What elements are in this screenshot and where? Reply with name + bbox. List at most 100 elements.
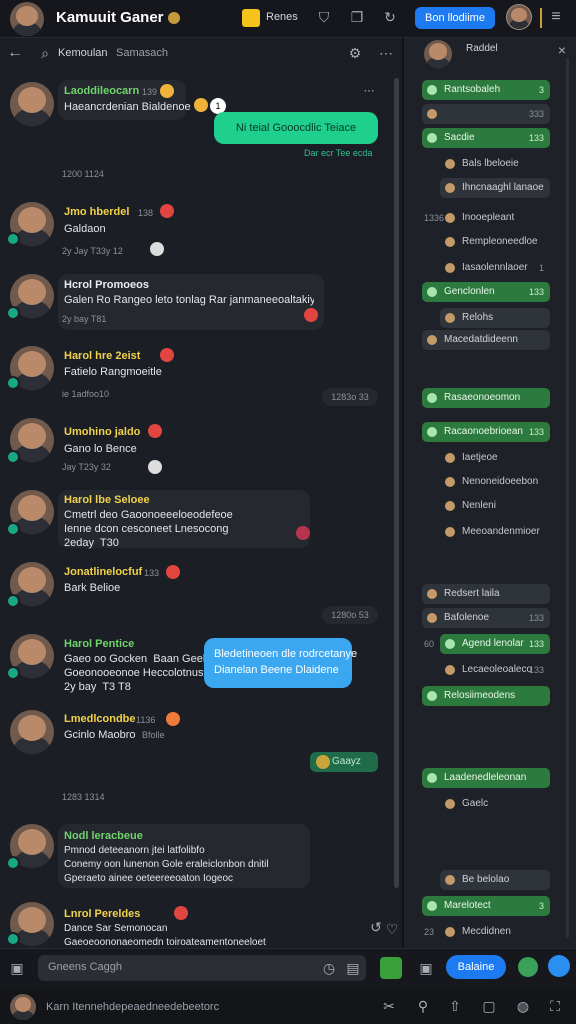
member-row[interactable]: Relohs [440,308,550,328]
user-avatar[interactable] [506,4,532,30]
shield-icon[interactable]: ⛉ [315,8,333,26]
member-icon [445,183,455,193]
reaction-icon[interactable] [296,526,310,540]
member-icon [445,527,455,537]
message-text: Galen Ro Rangeo leto tonlag Rar janmanee… [64,294,314,306]
member-row[interactable]: Sacdie 133 [422,128,550,148]
tools-icon[interactable]: ✂ [380,997,398,1015]
top-action-button[interactable]: Bon llodiime [415,7,495,29]
message-count: 139 [142,87,158,97]
menu-icon[interactable]: ≡ [545,8,567,26]
sender-name[interactable]: Lmedlcondbe [64,713,136,725]
member-label: Marelotect [444,900,491,911]
expand-icon[interactable]: ⛶ [546,997,564,1015]
globe-icon[interactable]: ◍ [514,997,532,1015]
reaction-icon[interactable] [150,242,164,256]
more-icon[interactable]: ⋯ [376,44,396,62]
file-icon[interactable]: ▣ [416,959,436,977]
member-row[interactable]: Iasaolennlaoer 1 [440,258,550,278]
smiley-icon[interactable] [242,9,260,27]
attach-icon[interactable]: ▣ [8,959,26,977]
send-button[interactable]: Balaine [446,955,506,979]
member-row[interactable]: Lecaeoleoaleco 133 [440,660,550,680]
panel-avatar[interactable] [424,40,452,68]
reply-icon[interactable]: ↺ [368,918,384,936]
member-row[interactable]: Iaetjeoe [440,448,550,468]
sender-name[interactable]: Lnrol Pereldes [64,908,140,920]
member-row[interactable]: Mecdidnen [440,922,550,942]
sender-name[interactable]: Hcrol Promoeos [64,279,149,291]
settings-icon[interactable]: ⚙ [345,44,365,62]
member-row[interactable]: Inooepleant [440,208,550,228]
member-row[interactable]: Nenoneidoeebon [440,472,550,492]
box-icon[interactable]: ▢ [480,997,498,1015]
member-row[interactable]: Redsert laila [422,584,550,604]
member-row[interactable]: 333 [422,104,550,124]
reaction-icon[interactable] [194,98,208,112]
member-row[interactable]: Genclonlen 133 [422,282,550,302]
member-value: 1 [538,263,544,273]
app-avatar[interactable] [10,2,44,36]
back-icon[interactable]: ← [6,44,24,62]
pin-icon[interactable]: ⇧ [446,997,464,1015]
member-row[interactable]: Rempleoneedloe [440,232,550,252]
member-row[interactable]: Meeoandenmioer [440,522,550,542]
member-row[interactable]: Bals lbeloeie [440,154,550,174]
more-icon[interactable]: ⋯ [362,82,376,100]
heart-icon[interactable]: ♡ [384,920,400,938]
avatar[interactable] [10,82,54,126]
member-row[interactable]: Bafolenoe 133 [422,608,550,628]
search-label[interactable]: Kemoulan [58,47,108,59]
refresh-icon[interactable]: ↻ [381,8,399,26]
emoji-icon [148,424,162,438]
link-icon[interactable]: ⚲ [414,997,432,1015]
sender-name[interactable]: Jonatlinelocfuf [64,566,142,578]
sender-name[interactable]: Harol Pentice [64,638,134,650]
member-icon [427,901,437,911]
mic-icon[interactable] [548,955,570,977]
sender-name[interactable]: Jmo hberdel [64,206,129,218]
close-icon[interactable]: × [554,41,570,59]
sender-name[interactable]: Laoddileocarn [64,85,139,97]
sender-name[interactable]: Harol hre 2eist [64,350,140,362]
member-value: 133 [528,287,544,297]
footer-avatar[interactable] [10,994,36,1020]
panel-scrollbar[interactable] [566,58,569,938]
window-icon[interactable]: ❐ [348,8,366,26]
timer-icon[interactable]: ◷ [320,959,338,977]
search-sub: Samasach [116,47,168,59]
message-text: Gaeo oo Gocken Baan Geel Goeonooeonoe He… [64,653,225,693]
emoji-icon [166,565,180,579]
camera-icon[interactable] [518,957,538,977]
member-icon [427,589,437,599]
member-row[interactable]: Laadenedleleonan [422,768,550,788]
member-row[interactable]: Gaelc [440,794,550,814]
search-icon[interactable]: ⌕ [36,44,54,62]
member-row[interactable]: Nenleni [440,496,550,516]
chat-scrollbar[interactable] [394,78,399,888]
online-badge [6,594,20,608]
member-row[interactable]: Be belolao [440,870,550,890]
member-icon [427,335,437,345]
member-row[interactable]: Marelotect 3 [422,896,550,916]
member-icon [445,263,455,273]
member-row[interactable]: Rasaeonoeomon [422,388,550,408]
sender-name[interactable]: Nodl leracbeue [64,830,143,842]
member-row[interactable]: Agend lenolar 133 [440,634,550,654]
online-badge [6,932,20,946]
member-row[interactable]: Relosiimeodens [422,686,550,706]
sender-name[interactable]: Umohino jaldo [64,426,140,438]
avatar[interactable] [10,710,54,754]
member-row[interactable]: Ihncnaaghl lanaoe [440,178,550,198]
member-icon [445,875,455,885]
sender-name[interactable]: Harol lbe Seloee [64,494,150,506]
member-icon [445,927,455,937]
member-row[interactable]: Rantsobaleh 3 [422,80,550,100]
reaction-icon[interactable] [148,460,162,474]
member-row[interactable]: Macedatdideenn [422,330,550,350]
sticker-icon[interactable] [380,957,402,979]
image-icon[interactable]: ▤ [344,959,362,977]
member-row[interactable]: Racaonoebrioean 133 [422,422,550,442]
member-label: Redsert laila [444,588,500,599]
reaction-icon[interactable] [304,308,318,322]
